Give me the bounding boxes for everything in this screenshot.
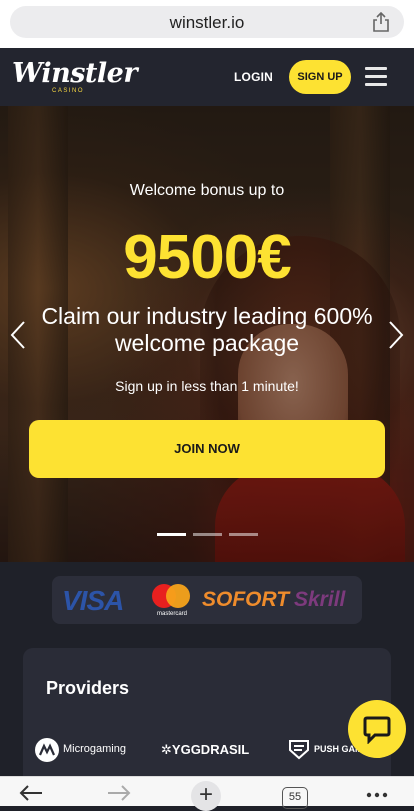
carousel-dots — [157, 533, 259, 537]
sofort-logo: SOFORT — [202, 588, 290, 611]
carousel-dot[interactable] — [229, 533, 258, 536]
hero-subtitle: Welcome bonus up to — [129, 182, 285, 199]
provider-label: YGGDRASIL — [171, 742, 250, 757]
hero-note: Sign up in less than 1 minute! — [115, 378, 299, 394]
hero-headline: Claim our industry leading 600% welcome … — [41, 303, 373, 356]
hero-banner: Welcome bonus up to 9500€ Claim our indu… — [0, 106, 414, 562]
chevron-left-icon[interactable] — [8, 320, 28, 350]
join-now-button[interactable]: JOIN NOW — [29, 420, 385, 478]
hamburger-menu-icon[interactable] — [365, 67, 387, 87]
chat-icon — [363, 716, 391, 744]
push-gaming-icon — [289, 740, 309, 760]
browser-url-bar: winstler.io — [0, 0, 414, 48]
chevron-right-icon[interactable] — [386, 320, 406, 350]
providers-title: Providers — [46, 678, 130, 698]
logo-subtitle: CASINO — [52, 88, 85, 94]
browser-toolbar: + 55 — [0, 776, 414, 811]
carousel-dot[interactable] — [193, 533, 222, 536]
providers-section: Providers Microgaming ✲YGGDRASIL PUSH GA… — [23, 648, 391, 788]
more-options-icon[interactable] — [364, 783, 390, 803]
sign-up-button[interactable]: SIGN UP — [289, 60, 351, 94]
payment-methods: VISA mastercard SOFORT Skrill — [52, 576, 362, 624]
site-header: Winstler CASINO LOGIN SIGN UP — [0, 48, 414, 106]
share-icon[interactable] — [372, 12, 390, 32]
address-field[interactable]: winstler.io — [10, 6, 404, 38]
back-arrow-icon[interactable] — [18, 783, 44, 803]
mastercard-label: mastercard — [156, 611, 187, 617]
logo[interactable]: Winstler CASINO — [12, 58, 138, 98]
live-chat-button[interactable] — [348, 700, 406, 758]
login-link[interactable]: LOGIN — [234, 70, 273, 84]
logo-text: Winstler — [12, 58, 138, 89]
bonus-amount: 9500€ — [123, 223, 291, 292]
new-tab-plus-icon[interactable]: + — [191, 781, 221, 811]
skrill-logo: Skrill — [294, 588, 346, 611]
carousel-dot[interactable] — [157, 533, 186, 536]
provider-yggdrasil[interactable]: ✲YGGDRASIL — [161, 742, 249, 758]
microgaming-icon — [35, 738, 59, 762]
visa-logo: VISA — [62, 585, 124, 616]
provider-label: Microgaming — [63, 743, 126, 755]
url-text[interactable]: winstler.io — [10, 13, 404, 33]
yggdrasil-tree-icon: ✲ — [161, 742, 172, 757]
forward-arrow-icon[interactable] — [106, 783, 132, 803]
mastercard-logo: mastercard — [150, 582, 194, 618]
